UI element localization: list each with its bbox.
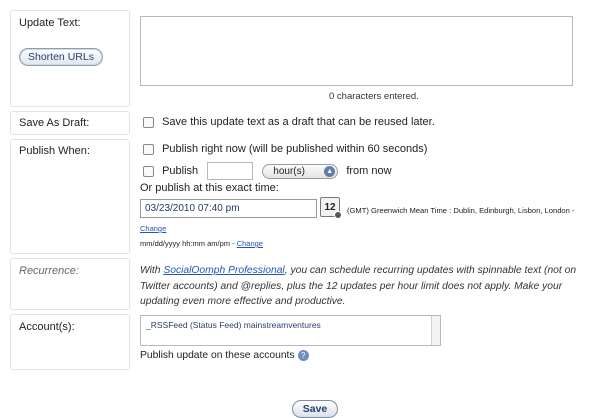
publish-in-unit-select[interactable]: hour(s) ▲ [262, 163, 339, 179]
shorten-urls-button[interactable]: Shorten URLs [19, 48, 103, 66]
clock-badge-icon [334, 211, 342, 219]
publish-in-row: Publish hour(s) ▲ from now [143, 162, 392, 180]
publish-in-unit-value: hour(s) [273, 165, 305, 177]
datetime-format-hint: mm/dd/yyyy hh:mm am/pm - [140, 239, 235, 248]
publish-in-amount-input[interactable] [207, 162, 254, 180]
publish-datetime-input[interactable]: 03/23/2010 07:40 pm [140, 199, 317, 218]
account-list-item[interactable]: _RSSFeed (Status Feed) mainstreamventure… [141, 316, 440, 334]
char-count: 0 characters entered. [329, 91, 419, 102]
help-icon[interactable]: ? [297, 350, 309, 361]
calendar-day: 12 [324, 202, 336, 213]
recurrence-label-cell: Recurrence: [10, 258, 130, 310]
publish-label-cell: Publish When: [10, 139, 130, 254]
update-text-label: Update Text: [19, 17, 81, 29]
draft-label: Save As Draft: [19, 117, 90, 129]
draft-checkbox[interactable] [143, 116, 154, 128]
professional-upgrade-link[interactable]: SocialOomph Professional [163, 265, 284, 276]
accounts-hint-row: Publish update on these accounts? [140, 350, 309, 361]
change-format-link[interactable]: Change [237, 239, 263, 248]
accounts-listbox[interactable]: _RSSFeed (Status Feed) mainstreamventure… [140, 315, 441, 346]
save-button[interactable]: Save [292, 400, 338, 418]
publish-exact-label: Or publish at this exact time: [140, 182, 279, 194]
calendar-icon[interactable]: 12 [320, 197, 342, 219]
recurrence-text-pre: With [140, 265, 164, 276]
recurrence-label: Recurrence: [19, 265, 79, 277]
update-text-label-cell: Update Text: Shorten URLs [10, 10, 130, 107]
publish-now-row: Publish right now (will be published wit… [143, 143, 427, 155]
publish-in-prefix: Publish [162, 165, 199, 177]
publish-now-checkbox[interactable] [143, 143, 154, 155]
timezone-text: (GMT) Greenwich Mean Time : Dublin, Edin… [347, 206, 575, 215]
publish-in-suffix: from now [346, 165, 392, 177]
publish-now-label: Publish right now (will be published wit… [162, 143, 428, 156]
change-timezone-link[interactable]: Change [140, 224, 166, 233]
draft-label-cell: Save As Draft: [10, 111, 130, 135]
draft-row: Save this update text as a draft that ca… [143, 116, 435, 128]
accounts-hint: Publish update on these accounts [140, 350, 295, 362]
accounts-scrollbar[interactable] [431, 316, 440, 345]
draft-checkbox-label: Save this update text as a draft that ca… [162, 116, 435, 129]
select-arrow-icon: ▲ [324, 165, 336, 177]
accounts-label: Account(s): [19, 321, 75, 333]
accounts-label-cell: Account(s): [10, 314, 130, 370]
update-text-textarea[interactable] [140, 16, 573, 86]
recurrence-description: With SocialOomph Professional, you can s… [140, 263, 580, 310]
publish-label: Publish When: [19, 145, 90, 157]
publish-in-checkbox[interactable] [143, 165, 154, 177]
